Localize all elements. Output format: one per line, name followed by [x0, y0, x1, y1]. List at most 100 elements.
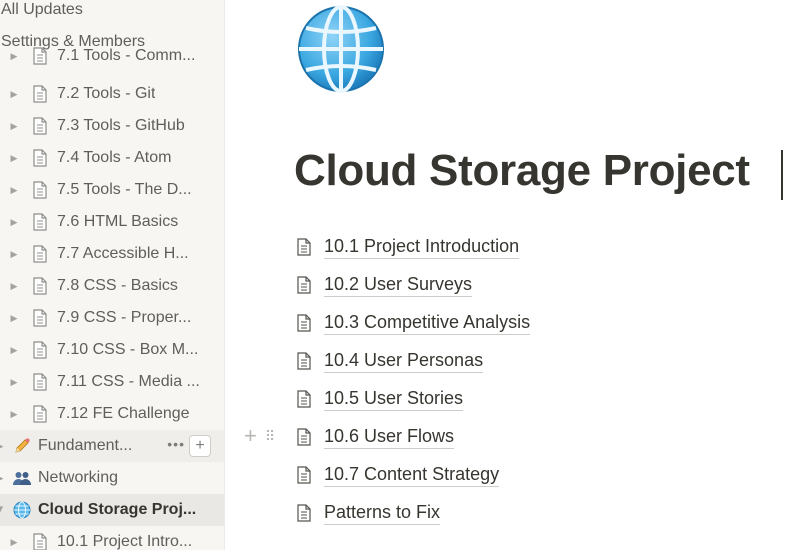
subpage-link[interactable]: + ⠿ 10.6 User Flows: [244, 418, 776, 456]
block-tools: + ⠿: [244, 425, 275, 447]
caret-right-icon[interactable]: ▶: [8, 88, 20, 100]
subpage-link-label[interactable]: 10.3 Competitive Analysis: [324, 311, 531, 335]
sidebar-item-10-1[interactable]: ▶ 10.1 Project Intro...: [0, 526, 224, 550]
sidebar-item-label: 7.3 Tools - GitHub: [57, 117, 185, 134]
subpage-link[interactable]: 10.5 User Stories: [296, 380, 776, 418]
page-icon: [297, 390, 311, 408]
sidebar: All Updates Settings & Members ▶ 7.1 Too…: [0, 0, 225, 550]
sidebar-item-fundamentals[interactable]: ▶ Fundament... ••• +: [0, 430, 224, 462]
sidebar-item-7-4[interactable]: ▶ 7.4 Tools - Atom: [0, 142, 224, 174]
sidebar-item-label: 7.10 CSS - Box M...: [57, 341, 199, 358]
page-icon: [33, 181, 47, 199]
sidebar-item-cloud-storage[interactable]: ▶ Cloud Storage Proj...: [0, 494, 224, 526]
page-icon: [33, 373, 47, 391]
caret-right-icon[interactable]: ▶: [8, 152, 20, 164]
drag-handle-icon[interactable]: ⠿: [265, 428, 275, 445]
caret-right-icon[interactable]: ▶: [8, 280, 20, 292]
sidebar-item-7-9[interactable]: ▶ 7.9 CSS - Proper...: [0, 302, 224, 334]
page-icon: [33, 47, 47, 65]
subpage-link[interactable]: 10.3 Competitive Analysis: [296, 304, 776, 342]
caret-right-icon[interactable]: ▶: [0, 440, 6, 452]
sidebar-item-label: 7.5 Tools - The D...: [57, 181, 192, 198]
caret-down-icon[interactable]: ▶: [0, 504, 6, 516]
sidebar-item-7-6[interactable]: ▶ 7.6 HTML Basics: [0, 206, 224, 238]
page-icon: [297, 466, 311, 484]
page-icon: [33, 533, 47, 550]
sidebar-item-label: 7.12 FE Challenge: [57, 405, 190, 422]
page-icon: [33, 341, 47, 359]
sidebar-item-label: 7.11 CSS - Media ...: [57, 373, 200, 390]
page-tree: ▶ 7.1 Tools - Comm... ▶ 7.2 Tools - Git …: [0, 47, 224, 550]
page-icon: [33, 309, 47, 327]
pencil-icon: [12, 437, 32, 455]
page-icon: [33, 245, 47, 263]
caret-right-icon[interactable]: ▶: [0, 472, 6, 484]
page-icon: [33, 149, 47, 167]
sidebar-item-networking[interactable]: ▶ Networking: [0, 462, 224, 494]
subpage-link-label[interactable]: 10.1 Project Introduction: [324, 235, 520, 259]
globe-icon[interactable]: [296, 4, 386, 94]
sidebar-item-label: 7.6 HTML Basics: [57, 213, 179, 230]
subpage-link-label[interactable]: 10.4 User Personas: [324, 349, 484, 373]
page-icon: [297, 352, 311, 370]
sidebar-item-7-7[interactable]: ▶ 7.7 Accessible H...: [0, 238, 224, 270]
sidebar-item-7-1[interactable]: ▶ 7.1 Tools - Comm...: [0, 46, 224, 66]
page-icon: [33, 405, 47, 423]
globe-icon: [12, 501, 32, 519]
sidebar-item-7-2[interactable]: ▶ 7.2 Tools - Git: [0, 78, 224, 110]
caret-right-icon[interactable]: ▶: [8, 184, 20, 196]
sidebar-item-7-12[interactable]: ▶ 7.12 FE Challenge: [0, 398, 224, 430]
sidebar-item-label: 7.8 CSS - Basics: [57, 277, 178, 294]
subpage-link-label[interactable]: Patterns to Fix: [324, 501, 441, 525]
sidebar-item-label: Networking: [38, 469, 119, 486]
subpage-link[interactable]: 10.7 Content Strategy: [296, 456, 776, 494]
sidebar-item-label: 7.7 Accessible H...: [57, 245, 189, 262]
all-updates-link[interactable]: All Updates: [0, 0, 224, 26]
caret-right-icon[interactable]: ▶: [8, 408, 20, 420]
page-icon: [297, 428, 311, 446]
subpage-link-label[interactable]: 10.6 User Flows: [324, 425, 455, 449]
caret-right-icon[interactable]: ▶: [8, 344, 20, 356]
subpage-link[interactable]: Patterns to Fix: [296, 494, 776, 532]
page-icon: [33, 213, 47, 231]
sidebar-item-label: Fundament...: [38, 437, 133, 454]
text-cursor: [781, 150, 783, 200]
caret-right-icon[interactable]: ▶: [8, 376, 20, 388]
caret-right-icon[interactable]: ▶: [8, 120, 20, 132]
subpage-list: 10.1 Project Introduction 10.2 User Surv…: [244, 228, 776, 532]
page-icon: [33, 117, 47, 135]
sidebar-item-label: 7.2 Tools - Git: [57, 85, 156, 102]
subpage-link[interactable]: 10.1 Project Introduction: [296, 228, 776, 266]
all-updates-label: All Updates: [1, 1, 83, 18]
add-page-button[interactable]: +: [189, 435, 211, 457]
page-icon: [33, 277, 47, 295]
page-content: Cloud Storage Project 10.1 Project Intro…: [226, 0, 800, 550]
subpage-link[interactable]: 10.4 User Personas: [296, 342, 776, 380]
caret-right-icon[interactable]: ▶: [8, 50, 20, 62]
sidebar-item-label: 7.9 CSS - Proper...: [57, 309, 192, 326]
sidebar-item-label: Cloud Storage Proj...: [38, 501, 197, 518]
sidebar-item-7-10[interactable]: ▶ 7.10 CSS - Box M...: [0, 334, 224, 366]
sidebar-item-label: 7.1 Tools - Comm...: [57, 47, 196, 64]
people-icon: [12, 470, 32, 486]
caret-right-icon[interactable]: ▶: [8, 536, 20, 548]
sidebar-item-7-5[interactable]: ▶ 7.5 Tools - The D...: [0, 174, 224, 206]
caret-right-icon[interactable]: ▶: [8, 312, 20, 324]
sidebar-item-7-3[interactable]: ▶ 7.3 Tools - GitHub: [0, 110, 224, 142]
sidebar-item-label: 10.1 Project Intro...: [57, 533, 193, 550]
caret-right-icon[interactable]: ▶: [8, 248, 20, 260]
subpage-link[interactable]: 10.2 User Surveys: [296, 266, 776, 304]
sidebar-item-7-11[interactable]: ▶ 7.11 CSS - Media ...: [0, 366, 224, 398]
page-title[interactable]: Cloud Storage Project: [294, 146, 750, 196]
subpage-link-label[interactable]: 10.7 Content Strategy: [324, 463, 500, 487]
more-options-button[interactable]: •••: [167, 436, 185, 452]
add-block-icon[interactable]: +: [244, 425, 257, 447]
page-icon: [297, 238, 311, 256]
page-icon: [297, 504, 311, 522]
page-icon: [297, 276, 311, 294]
subpage-link-label[interactable]: 10.2 User Surveys: [324, 273, 473, 297]
sidebar-item-7-8[interactable]: ▶ 7.8 CSS - Basics: [0, 270, 224, 302]
caret-right-icon[interactable]: ▶: [8, 216, 20, 228]
sidebar-item-label: 7.4 Tools - Atom: [57, 149, 172, 166]
subpage-link-label[interactable]: 10.5 User Stories: [324, 387, 464, 411]
